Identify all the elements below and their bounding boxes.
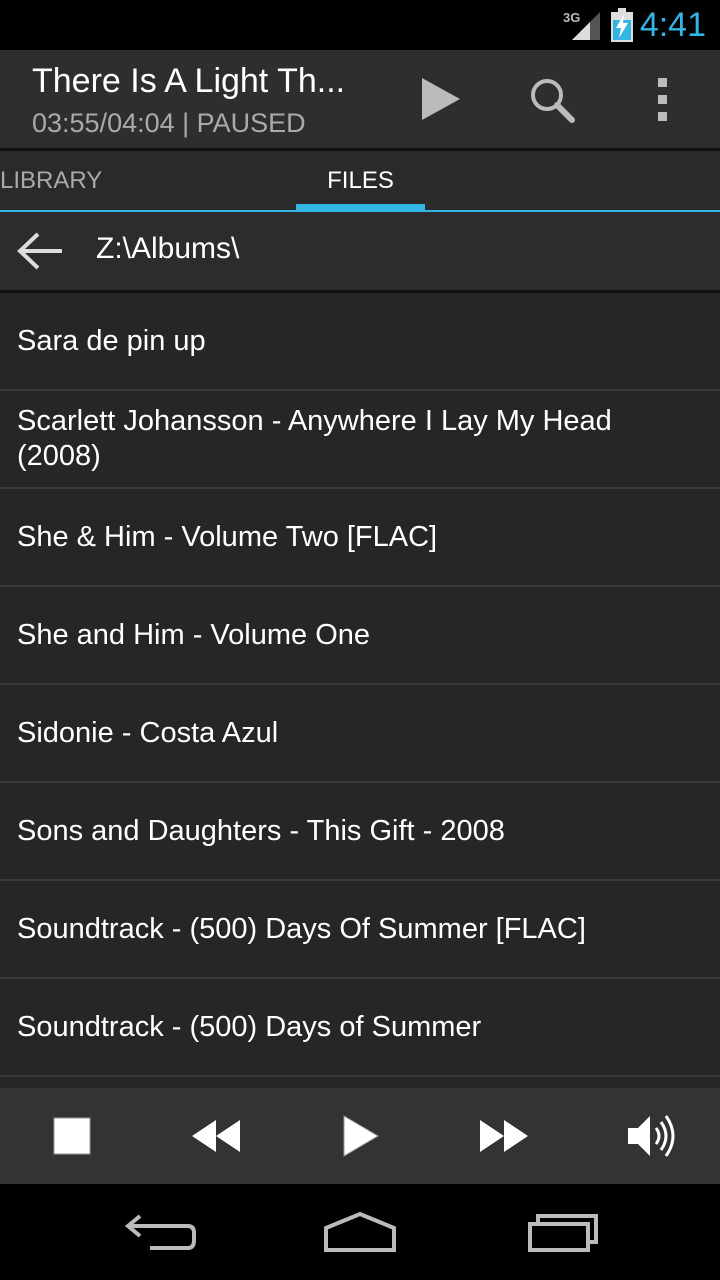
file-name: Scarlett Johansson - Anywhere I Lay My H… — [17, 405, 612, 472]
overflow-menu-icon[interactable] — [650, 76, 676, 124]
rewind-icon[interactable] — [188, 1108, 244, 1164]
file-name: Sidonie - Costa Azul — [17, 717, 279, 749]
file-list[interactable]: Sara de pin up Scarlett Johansson - Anyw… — [0, 293, 720, 1088]
now-playing-bar[interactable]: There Is A Light Th... 03:55/04:04 | PAU… — [0, 50, 720, 151]
volume-icon[interactable] — [622, 1108, 678, 1164]
list-item[interactable]: Sons and Daughters - This Gift - 2008 — [0, 783, 720, 881]
now-playing-title: There Is A Light Th... — [32, 62, 346, 100]
search-icon[interactable] — [528, 76, 576, 124]
list-item[interactable]: She and Him - Volume One — [0, 587, 720, 685]
tab-library[interactable]: LIBRARY — [0, 151, 102, 210]
screen: 3G 4:41 There Is A Light Th... 03:55/04:… — [0, 0, 720, 1280]
recent-apps-icon[interactable] — [524, 1210, 604, 1254]
status-bar: 3G 4:41 — [0, 0, 720, 50]
status-clock: 4:41 — [639, 6, 706, 44]
back-icon[interactable] — [120, 1210, 200, 1254]
file-name: Sons and Daughters - This Gift - 2008 — [17, 815, 505, 847]
list-item[interactable]: Scarlett Johansson - Anywhere I Lay My H… — [0, 391, 720, 489]
fast-forward-icon[interactable] — [476, 1108, 532, 1164]
tab-bar: LIBRARY FILES — [0, 151, 720, 212]
list-item[interactable]: Sara de pin up — [0, 293, 720, 391]
list-item[interactable]: Sidonie - Costa Azul — [0, 685, 720, 783]
stop-icon[interactable] — [44, 1108, 100, 1164]
list-item[interactable]: She & Him - Volume Two [FLAC] — [0, 489, 720, 587]
back-arrow-icon[interactable] — [16, 231, 66, 271]
current-path: Z:\Albums\ — [96, 232, 240, 265]
file-name: Sara de pin up — [17, 325, 206, 357]
playback-controls — [0, 1088, 720, 1184]
signal-icon — [572, 12, 600, 40]
tab-files[interactable]: FILES — [296, 151, 425, 210]
file-name: Soundtrack - (500) Days Of Summer [FLAC] — [17, 913, 586, 945]
path-bar: Z:\Albums\ — [0, 212, 720, 293]
list-item[interactable]: Soundtrack - (500) Days of Summer — [0, 979, 720, 1077]
list-item[interactable]: Soundtrack - (500) Days Of Summer [FLAC] — [0, 881, 720, 979]
file-name: She and Him - Volume One — [17, 619, 371, 651]
battery-charging-icon — [611, 8, 633, 42]
play-icon[interactable] — [332, 1108, 388, 1164]
play-icon[interactable] — [418, 76, 462, 122]
home-icon[interactable] — [320, 1210, 400, 1254]
file-name: Soundtrack - (500) Days of Summer — [17, 1011, 482, 1043]
system-nav-bar — [0, 1184, 720, 1280]
file-name: She & Him - Volume Two [FLAC] — [17, 521, 438, 553]
now-playing-status: 03:55/04:04 | PAUSED — [32, 108, 306, 138]
